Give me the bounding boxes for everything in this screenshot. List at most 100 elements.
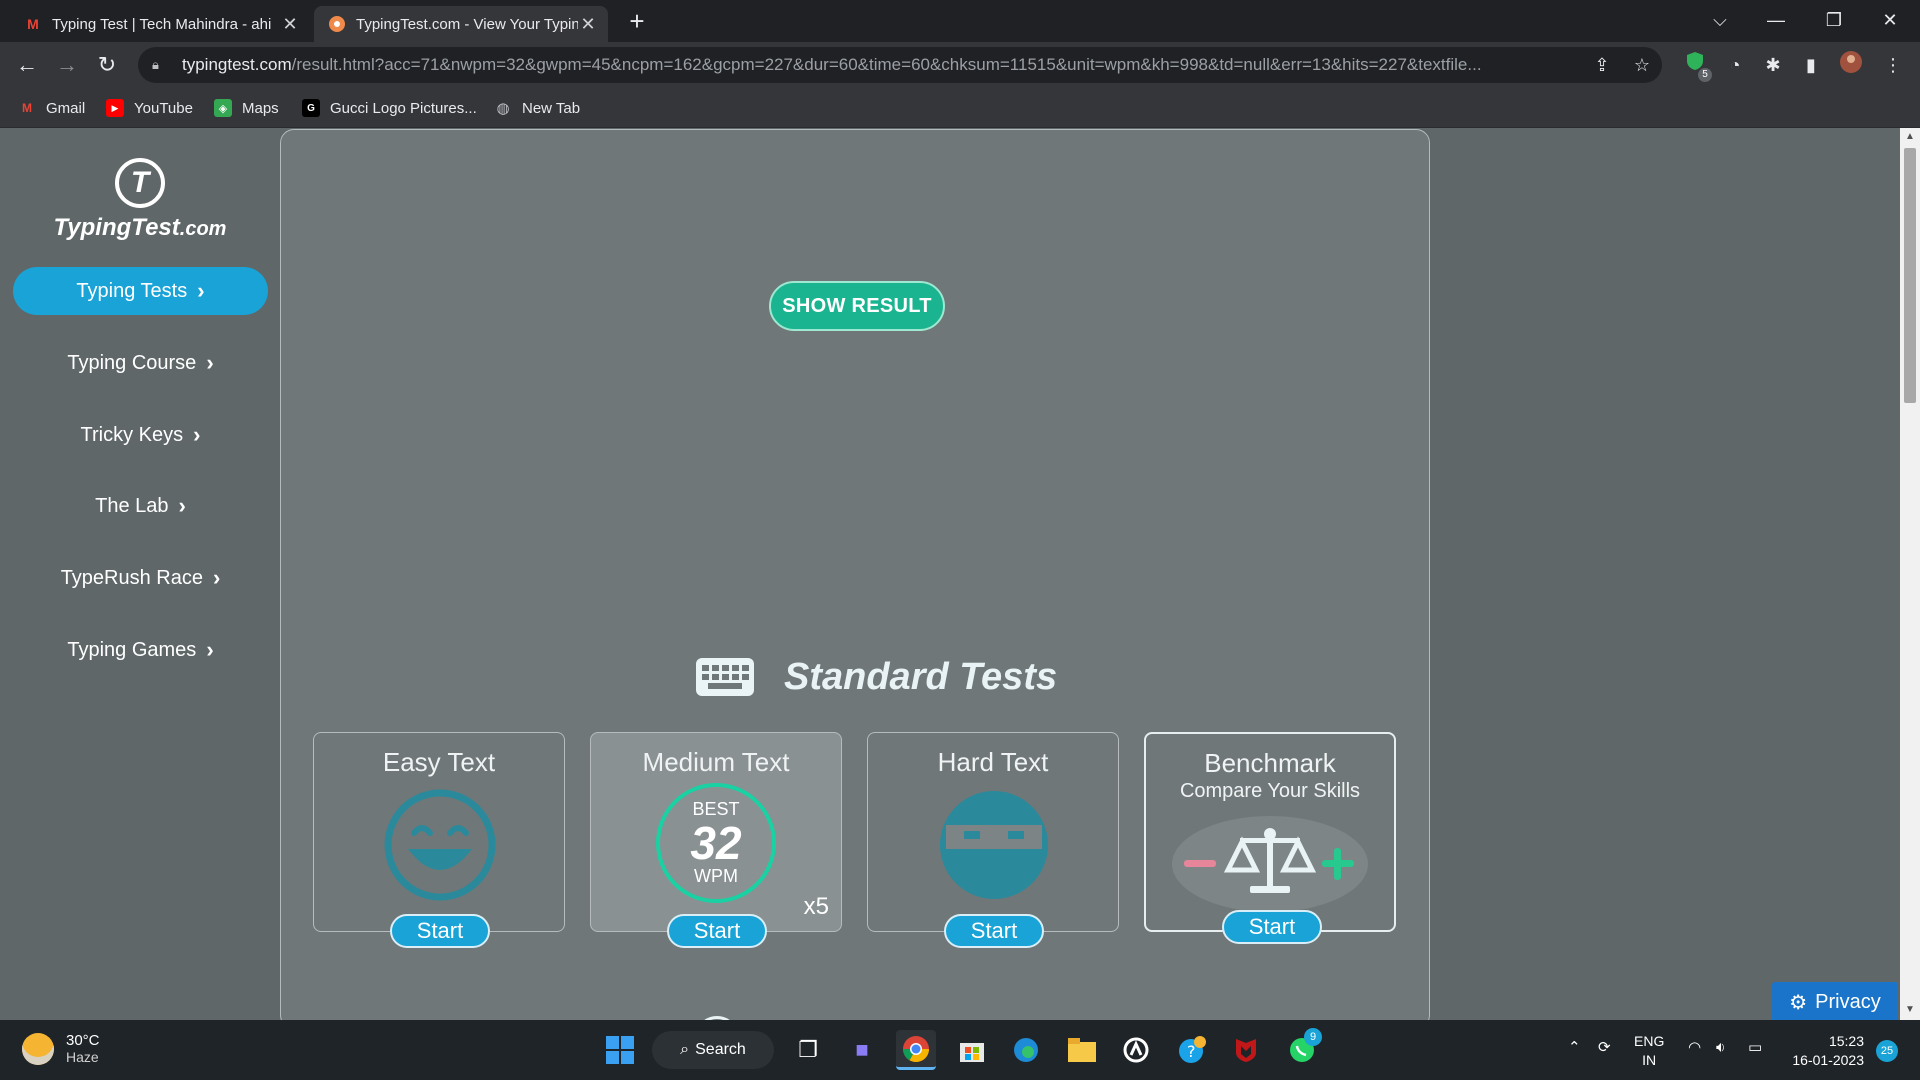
get-help-icon[interactable]: ? [1172, 1030, 1212, 1070]
lock-icon: 🔒︎ [152, 57, 159, 72]
tray-overflow-chevron-icon[interactable]: ⌃ [1568, 1038, 1581, 1057]
taskbar-search[interactable]: ⌕ Search [652, 1031, 774, 1069]
bookmarks-bar: M Gmail ▶ YouTube ◈ Maps G Gucci Logo Pi… [0, 88, 1920, 128]
nav-label: Typing Tests [76, 279, 188, 302]
scroll-up-arrow-icon[interactable]: ▲ [1904, 131, 1916, 142]
edge-icon[interactable] [1006, 1030, 1046, 1070]
tab-title: TypingTest.com - View Your Typin [356, 15, 578, 33]
privacy-button[interactable]: ⚙ Privacy [1772, 982, 1898, 1020]
restore-button[interactable]: ❐ [1806, 0, 1862, 42]
page-content: T TypingTest.com Typing Tests › Typing Co… [0, 128, 1920, 1020]
gmail-icon: M [27, 16, 39, 32]
start-button[interactable]: Start [667, 914, 767, 948]
language-indicator[interactable]: ENG IN [1634, 1032, 1664, 1070]
logo-text: TypingTest.com [53, 214, 227, 241]
test-name: Easy Text [382, 747, 496, 777]
bookmark-gucci[interactable]: G Gucci Logo Pictures... [302, 97, 477, 119]
wifi-icon[interactable]: ◠ [1688, 1038, 1701, 1057]
chevron-right-icon: › [197, 278, 205, 303]
test-card-benchmark[interactable]: Benchmark Compare Your Skills Start [1144, 732, 1396, 944]
volume-icon[interactable]: 🔉︎ [1716, 1038, 1725, 1057]
microsoft-store-icon[interactable] [952, 1030, 992, 1070]
bookmark-star-icon[interactable]: ☆ [1622, 55, 1662, 76]
test-card-hard[interactable]: Hard Text Start [867, 732, 1119, 948]
temperature: 30°C [66, 1032, 100, 1049]
clock[interactable]: 15:23 16-01-2023 [1786, 1032, 1864, 1070]
search-icon: ⌕ [680, 1041, 690, 1058]
chevron-right-icon: › [206, 350, 214, 375]
bookmark-youtube[interactable]: ▶ YouTube [106, 97, 193, 119]
new-tab-button[interactable]: + [622, 6, 652, 36]
bookmark-label: New Tab [522, 99, 581, 117]
test-name: Hard Text [937, 747, 1049, 777]
puzzle-extensions-icon[interactable]: ✱ [1758, 50, 1788, 80]
chrome-icon[interactable] [896, 1030, 936, 1070]
test-subtitle: Compare Your Skills [1179, 780, 1361, 802]
url-text[interactable]: typingtest.com/result.html?acc=71&nwpm=3… [182, 55, 1582, 75]
clock-date: 16-01-2023 [1792, 1052, 1864, 1068]
share-icon[interactable]: ⇪ [1582, 55, 1622, 76]
show-result-button[interactable]: SHOW RESULT [769, 281, 945, 331]
extension-icon[interactable]: ◔ [1720, 50, 1750, 80]
menu-kebab-icon[interactable]: ⋮ [1878, 50, 1908, 80]
nav-typing-course[interactable]: Typing Course › [13, 339, 268, 387]
bookmark-new-tab[interactable]: ◍ New Tab [494, 97, 580, 119]
tab-search-chevron-icon[interactable]: ⌵ [1692, 0, 1748, 42]
typingtest-logo-icon: T [115, 158, 165, 208]
notification-badge[interactable]: 25 [1876, 1040, 1898, 1062]
start-button[interactable]: Start [390, 914, 490, 948]
battery-icon[interactable]: ▭ [1748, 1038, 1762, 1057]
window-close-button[interactable]: ✕ [1862, 0, 1918, 42]
nav-typing-games[interactable]: Typing Games › [13, 626, 268, 674]
scroll-thumb[interactable] [1904, 148, 1916, 403]
vertical-scrollbar[interactable]: ▲ ▼ [1900, 128, 1920, 1020]
nav-typerush-race[interactable]: TypeRush Race › [13, 554, 268, 602]
browser-toolbar: ← → ↻ 🔒︎ typingtest.com/result.html?acc=… [0, 42, 1920, 88]
weather-haze-icon [22, 1032, 54, 1065]
smiley-face-icon [384, 789, 496, 901]
whatsapp-badge: 9 [1304, 1028, 1322, 1046]
start-button[interactable]: Start [1222, 910, 1322, 944]
maps-icon: ◈ [214, 99, 232, 117]
attempt-multiplier: x5 [803, 893, 829, 920]
windows-start-icon[interactable] [600, 1030, 640, 1070]
side-panel-icon[interactable]: ▮ [1796, 50, 1826, 80]
bookmark-maps[interactable]: ◈ Maps [214, 97, 279, 119]
nav-label: The Lab [95, 494, 169, 517]
address-bar[interactable]: 🔒︎ typingtest.com/result.html?acc=71&nwp… [138, 47, 1662, 83]
youtube-icon: ▶ [106, 99, 124, 117]
site-logo[interactable]: T TypingTest.com [50, 158, 230, 242]
forward-arrow-icon[interactable]: → [52, 50, 82, 80]
tab-strip: M Typing Test | Tech Mahindra - ahi ✕ Ty… [0, 0, 1920, 42]
mcafee-icon[interactable] [1226, 1030, 1266, 1070]
ninja-face-icon [940, 791, 1048, 899]
bookmark-gmail[interactable]: M Gmail [18, 97, 85, 119]
minimize-button[interactable]: — [1748, 0, 1804, 42]
file-explorer-icon[interactable] [1062, 1030, 1102, 1070]
tab-gmail[interactable]: M Typing Test | Tech Mahindra - ahi ✕ [10, 6, 310, 42]
keyboard-icon [696, 658, 754, 696]
weather-condition: Haze [66, 1049, 99, 1065]
close-icon[interactable]: ✕ [578, 14, 598, 35]
nav-label: Tricky Keys [80, 423, 184, 446]
nav-typing-tests[interactable]: Typing Tests › [13, 267, 268, 315]
teams-chat-icon[interactable]: ■ [842, 1030, 882, 1070]
back-arrow-icon[interactable]: ← [12, 50, 42, 80]
sync-icon[interactable]: ⟳ [1598, 1038, 1611, 1057]
app-circle-icon[interactable] [1116, 1030, 1156, 1070]
weather-widget[interactable]: 30°C Haze [22, 1032, 100, 1065]
close-icon[interactable]: ✕ [280, 14, 300, 35]
test-card-medium[interactable]: Medium Text BEST 32 WPM x5 Start [590, 732, 842, 948]
task-view-icon[interactable]: ❐ [788, 1030, 828, 1070]
extension-badge: 5 [1698, 68, 1712, 82]
best-score-badge: BEST 32 WPM [656, 783, 776, 903]
reload-icon[interactable]: ↻ [92, 50, 122, 80]
test-card-easy[interactable]: Easy Text Start [313, 732, 565, 948]
nav-the-lab[interactable]: The Lab › [13, 482, 268, 530]
scroll-down-arrow-icon[interactable]: ▼ [1904, 1004, 1916, 1015]
start-button[interactable]: Start [944, 914, 1044, 948]
nav-tricky-keys[interactable]: Tricky Keys › [13, 411, 268, 459]
profile-avatar[interactable] [1836, 50, 1866, 80]
tab-typingtest[interactable]: TypingTest.com - View Your Typin ✕ [314, 6, 608, 42]
nav-label: Typing Course [67, 351, 197, 374]
